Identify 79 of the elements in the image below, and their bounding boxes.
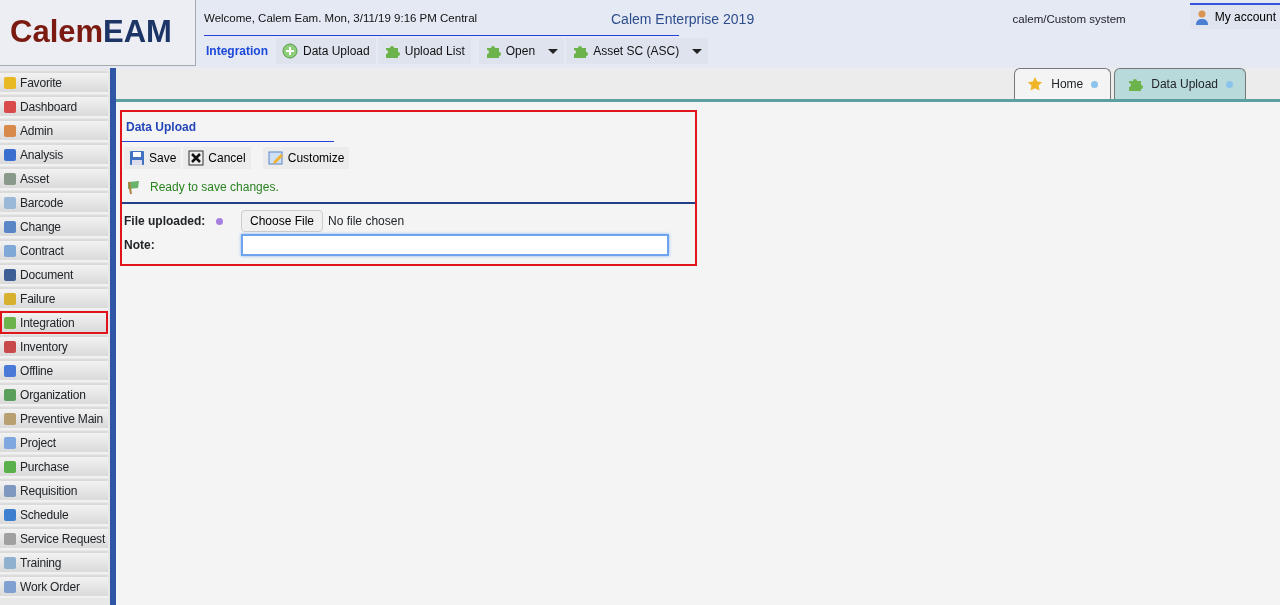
module-icon: [2, 194, 18, 211]
module-icon: [2, 554, 18, 571]
toolbar-button[interactable]: Data Upload: [276, 38, 376, 65]
action-button[interactable]: Cancel: [183, 147, 251, 169]
action-button[interactable]: Customize: [262, 147, 350, 169]
field-label: File uploaded:: [124, 213, 207, 230]
person-icon: [1193, 9, 1210, 25]
module-icon: [2, 266, 18, 283]
module-icon: [2, 362, 18, 379]
product-title: Calem Enterprise 2019: [611, 10, 755, 28]
module-icon: [2, 434, 18, 451]
module-icon: [2, 410, 18, 427]
puzzle-icon: [1127, 76, 1144, 92]
note-field[interactable]: [241, 234, 669, 256]
sidebar-item[interactable]: Project: [0, 431, 108, 454]
file-status: No file chosen: [328, 213, 405, 230]
sidebar-item[interactable]: Change: [0, 215, 108, 238]
caret-icon: [548, 48, 559, 54]
sidebar-item[interactable]: Purchase: [0, 455, 108, 478]
toolbar-button[interactable]: Asset SC (ASC): [566, 38, 709, 65]
tab[interactable]: Home: [1014, 68, 1112, 99]
close-icon: [188, 150, 205, 166]
sidebar-item[interactable]: Training: [0, 551, 108, 574]
system-text: calem/Custom system: [1011, 12, 1126, 27]
sidebar-item[interactable]: Barcode: [0, 191, 108, 214]
puzzle-icon: [383, 43, 400, 60]
choose-file-button[interactable]: Choose File: [241, 210, 324, 232]
module-icon: [2, 290, 18, 307]
action-button[interactable]: Save: [124, 147, 182, 169]
module-icon: [2, 170, 18, 187]
account-button[interactable]: My account: [1189, 3, 1280, 29]
sidebar-item[interactable]: Admin: [0, 119, 108, 142]
sidebar-item[interactable]: Dashboard: [0, 95, 108, 118]
sidebar-item[interactable]: Integration: [0, 311, 108, 334]
module-icon: [2, 74, 18, 91]
toolbar-button[interactable]: Open: [478, 38, 565, 65]
sidebar-item[interactable]: Inventory: [0, 335, 108, 358]
sidebar-item[interactable]: Document: [0, 263, 108, 286]
module-icon: [2, 530, 18, 547]
sidebar-item[interactable]: Work Order: [0, 575, 108, 598]
sidebar-item[interactable]: Organization: [0, 383, 108, 406]
tab-dot-icon: [1226, 80, 1233, 88]
module-icon: [2, 122, 18, 139]
sidebar-item[interactable]: Requisition: [0, 479, 108, 502]
sidebar-item[interactable]: Contract: [0, 239, 108, 262]
puzzle-icon: [572, 43, 589, 60]
flag-icon: [126, 179, 142, 195]
module-icon: [2, 242, 18, 259]
caret-icon: [692, 48, 703, 54]
logo: CalemEAM: [0, 0, 196, 66]
plus-circle-icon: [282, 43, 298, 60]
puzzle-icon: [484, 43, 501, 60]
sidebar-item[interactable]: Analysis: [0, 143, 108, 166]
tab[interactable]: Data Upload: [1114, 68, 1246, 99]
module-icon: [2, 578, 18, 595]
module-icon: [2, 482, 18, 499]
sidebar-item[interactable]: Favorite: [0, 71, 108, 94]
star-icon: [1027, 76, 1044, 92]
pencil-window-icon: [267, 150, 284, 166]
module-icon: [2, 458, 18, 475]
sidebar-item[interactable]: Failure: [0, 287, 108, 310]
sidebar-item[interactable]: Schedule: [0, 503, 108, 526]
tab-dot-icon: [1091, 80, 1099, 88]
module-icon: [2, 98, 18, 115]
sidebar-item[interactable]: Offline: [0, 359, 108, 382]
module-icon: [2, 506, 18, 523]
sidebar-item[interactable]: Service Request: [0, 527, 108, 550]
toolbar-button[interactable]: Upload List: [377, 38, 471, 65]
field-label: Note:: [124, 237, 156, 254]
module-icon: [2, 146, 18, 163]
module-icon: [2, 386, 18, 403]
module-icon: [2, 218, 18, 235]
form-title: Data Upload: [122, 112, 334, 142]
module-icon: [2, 338, 18, 355]
module-title: Integration: [205, 43, 269, 61]
module-icon: [2, 314, 18, 331]
status-message: Ready to save changes.: [150, 179, 279, 196]
sidebar-item[interactable]: Asset: [0, 167, 108, 190]
sidebar-item[interactable]: Preventive Main: [0, 407, 108, 430]
